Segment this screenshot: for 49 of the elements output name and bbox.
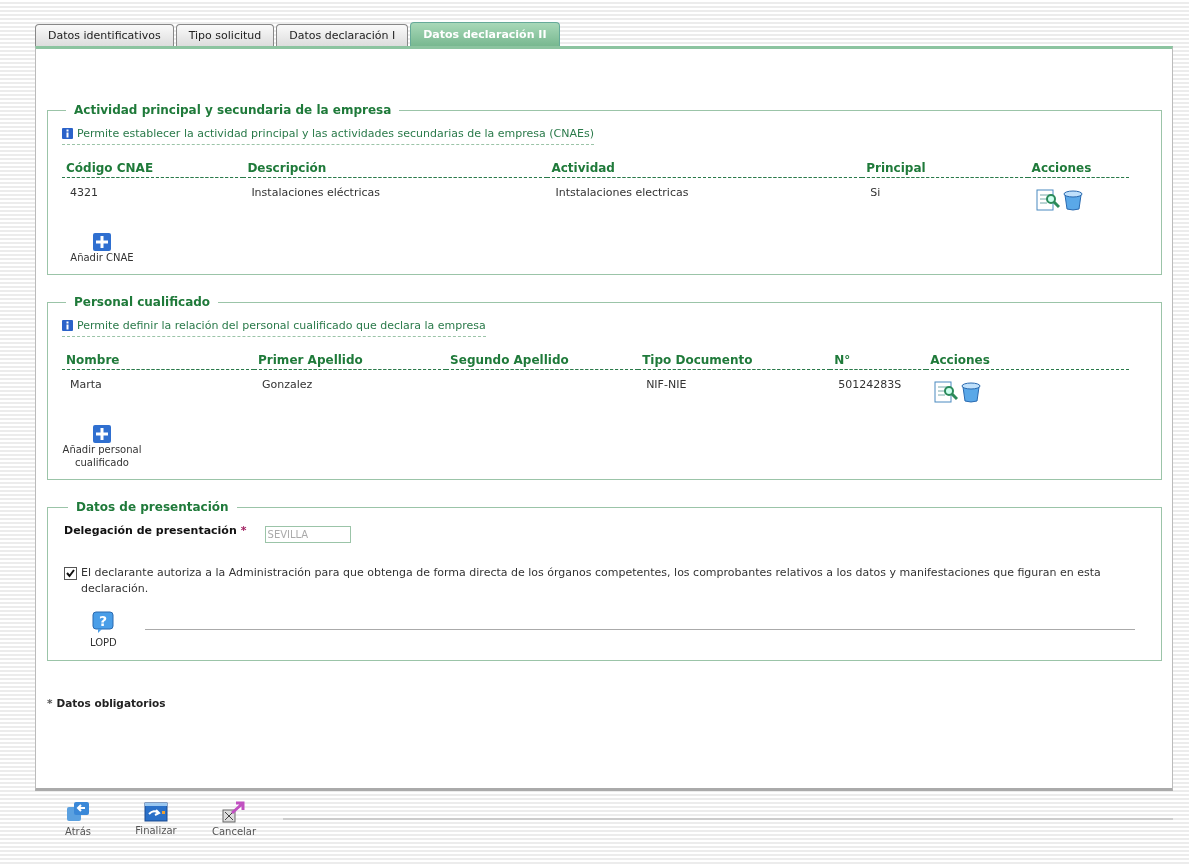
column-header: Nombre <box>62 353 255 370</box>
table-cell: Instalaciones eléctricas <box>251 186 381 199</box>
lopd-button[interactable]: LOPD <box>90 637 117 648</box>
info-icon <box>62 128 73 139</box>
column-header: Primer Apellido <box>254 353 447 370</box>
table-cell: NIF-NIE <box>646 378 687 391</box>
table-cell: Gonzalez <box>262 378 313 391</box>
section-legend: Datos de presentación <box>68 500 237 514</box>
column-header: Actividad <box>547 161 863 178</box>
table-cell: Si <box>870 186 881 199</box>
document-magnifier-icon[interactable] <box>1035 189 1060 211</box>
column-header: N° <box>830 353 927 370</box>
column-header: Acciones <box>1027 161 1129 178</box>
tab[interactable]: Tipo solicitud <box>175 24 275 46</box>
column-header: Principal <box>862 161 1028 178</box>
authorization-text: El declarante autoriza a la Administración para que obtenga de forma directa de los órganos competentes, los comprobantes relativos a los datos y manifestaciones que figuran en esta declaración. <box>81 565 1102 597</box>
tab[interactable]: Datos declaración I <box>276 24 409 46</box>
add-icon[interactable] <box>93 233 111 251</box>
column-header: Tipo Documento <box>638 353 831 370</box>
column-header: Segundo Apellido <box>446 353 639 370</box>
section-legend: Personal cualificado <box>66 295 219 309</box>
field-label: Delegación de presentación <box>64 524 237 537</box>
add-button[interactable]: Añadir personal cualificado <box>62 443 142 469</box>
section-legend: Actividad principal y secundaria de la empresa <box>66 103 400 117</box>
footer-button[interactable]: Cancelar <box>211 826 257 837</box>
footer-button[interactable]: Finalizar <box>135 825 177 836</box>
required-mark: * <box>240 524 247 537</box>
footer-button[interactable]: Atrás <box>64 826 91 837</box>
table-cell: Marta <box>70 378 102 391</box>
add-button[interactable]: Añadir CNAE <box>70 251 134 264</box>
info-text: Permite definir la relación del personal cualificado que declara la empresa <box>77 319 486 332</box>
table-cell: 4321 <box>70 186 98 199</box>
bin-icon[interactable] <box>1061 189 1084 211</box>
required-mark: * <box>47 697 53 709</box>
info-text: Permite establecer la actividad principal y las actividades secundarias de la empresa (CNAEs) <box>77 127 594 140</box>
table-cell: 50124283S <box>838 378 902 391</box>
add-icon[interactable] <box>93 425 111 443</box>
bin-icon[interactable] <box>960 381 983 403</box>
info-icon <box>62 320 73 331</box>
required-note: Datos obligatorios <box>56 697 166 709</box>
tab[interactable]: Datos identificativos <box>35 24 174 46</box>
back-arrow-icon[interactable] <box>66 801 90 823</box>
checkbox[interactable] <box>64 567 77 580</box>
box-arrow-icon[interactable] <box>222 801 246 823</box>
column-header: Acciones <box>926 353 1129 370</box>
document-magnifier-icon[interactable] <box>934 381 959 403</box>
table-cell: Intstalaciones electricas <box>555 186 689 199</box>
column-header: Descripción <box>243 161 548 178</box>
column-header: Código CNAE <box>62 161 244 178</box>
